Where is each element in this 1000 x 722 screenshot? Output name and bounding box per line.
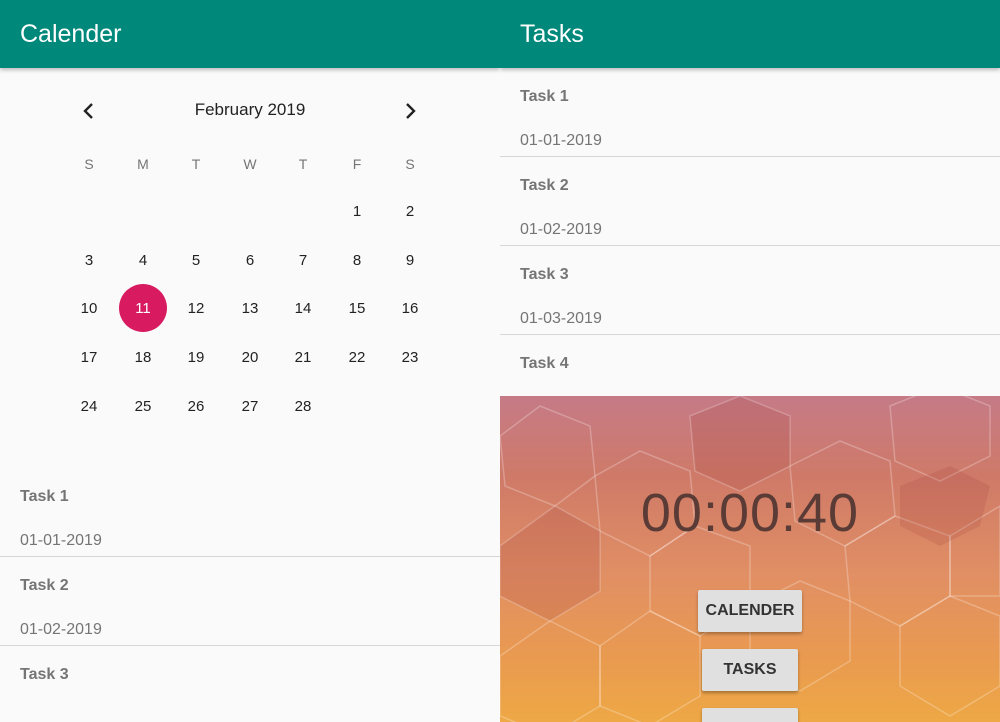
weekday-label: T [191,156,201,172]
third-button[interactable] [702,708,798,722]
task-date: 01-02-2019 [520,221,602,238]
tasks-app-bar: Tasks [500,0,1000,68]
calendar-day[interactable]: 1 [333,187,381,235]
calendar-day[interactable]: 22 [333,333,381,381]
weekday-label: T [298,156,308,172]
tasks-screen: Tasks Task 1 01-01-2019 Task 2 01-02-2019 Ta… [500,0,1000,722]
weekday-label: S [405,156,415,172]
task-title: Task 2 [520,177,569,194]
calendar-header: February 2019 [0,96,500,126]
weekday-label: S [84,156,94,172]
calender-screen: Calender February 2019 SMTWTFS1234567891… [0,0,500,722]
calendar-day[interactable]: 7 [279,236,327,284]
task-date: 01-02-2019 [20,621,102,638]
weekday-label: F [352,156,362,172]
calendar-day[interactable]: 3 [65,236,113,284]
calendar-day[interactable]: 9 [386,236,434,284]
weekday-label: W [243,156,257,172]
task-title: Task 1 [520,88,569,105]
task-date: 01-03-2019 [520,310,602,327]
calender-app-bar: Calender [0,0,500,68]
calendar-day[interactable]: 28 [279,382,327,430]
task-title: Task 2 [20,577,69,594]
calender-button[interactable]: CALENDER [698,590,802,632]
chevron-right-icon [406,103,416,119]
calender-title: Calender [20,19,122,48]
calendar-day[interactable]: 4 [119,236,167,284]
task-item[interactable]: Task 1 01-01-2019 [500,68,1000,157]
calendar-day[interactable]: 10 [65,284,113,332]
task-item[interactable]: Task 1 01-01-2019 [0,468,500,557]
calendar-day[interactable]: 2 [386,187,434,235]
task-date: 01-01-2019 [20,532,102,549]
calendar-day[interactable]: 14 [279,284,327,332]
calendar-day[interactable]: 20 [226,333,274,381]
task-title: Task 3 [520,266,569,283]
timer-display: 00:00:40 [640,483,860,543]
task-item[interactable]: Task 2 01-02-2019 [0,557,500,646]
calendar-day[interactable]: 6 [226,236,274,284]
calendar-day[interactable]: 21 [279,333,327,381]
calendar-day[interactable]: 27 [226,382,274,430]
calendar-view: February 2019 S M T W T F S 1 2 3 4 5 6 7 8 9 10 11 12 13 14… [0,68,500,468]
next-month-button[interactable] [395,96,425,126]
calendar-day[interactable]: 15 [333,284,381,332]
calendar-day[interactable]: 23 [386,333,434,381]
tasks-task-list: Task 1 01-01-2019 Task 2 01-02-2019 Task 3 01… [500,68,1000,424]
calender-task-list: Task 1 01-01-2019 Task 2 01-02-2019 Task 3 [0,468,500,722]
calendar-day[interactable]: 12 [172,284,220,332]
task-item[interactable]: Task 3 [0,646,500,722]
task-item[interactable]: Task 2 01-02-2019 [500,157,1000,246]
calendar-day[interactable]: 19 [172,333,220,381]
timer-panel: 00:00:40 CALENDER TASKS [500,396,1000,722]
calendar-day[interactable]: 5 [172,236,220,284]
calendar-day[interactable]: 25 [119,382,167,430]
calendar-day[interactable]: 18 [119,333,167,381]
calendar-day[interactable]: 17 [65,333,113,381]
task-date: 01-01-2019 [520,132,602,149]
calendar-day[interactable]: 16 [386,284,434,332]
task-title: Task 1 [20,488,69,505]
task-title: Task 3 [20,666,69,683]
tasks-button[interactable]: TASKS [702,649,798,691]
tasks-title: Tasks [520,19,584,48]
task-title: Task 4 [520,355,569,372]
task-item[interactable]: Task 3 01-03-2019 [500,246,1000,335]
calendar-day[interactable]: 26 [172,382,220,430]
selected-day[interactable]: 11 [119,284,167,332]
weekday-label: M [137,156,149,172]
month-label: February 2019 [194,100,306,119]
calendar-day[interactable]: 13 [226,284,274,332]
calendar-day[interactable]: 8 [333,236,381,284]
calendar-day[interactable]: 24 [65,382,113,430]
